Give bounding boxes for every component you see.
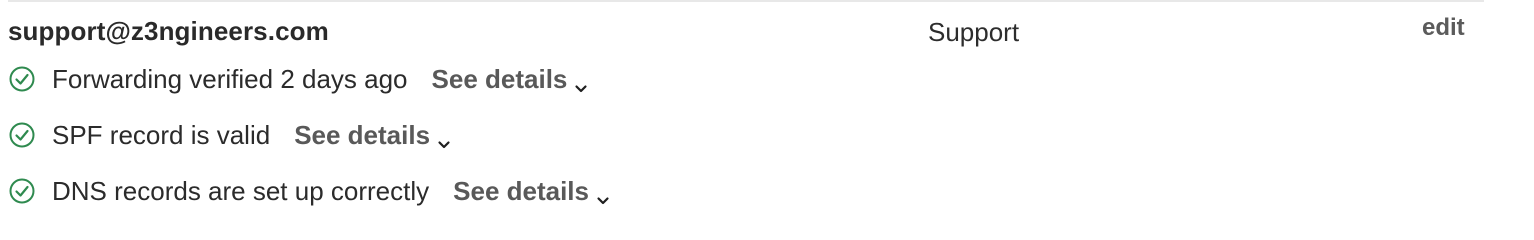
check-status-text: Forwarding verified 2 days ago — [52, 63, 408, 94]
see-details-label: See details — [431, 63, 568, 94]
mailbox-row: support@z3ngineers.com Support edit Forw… — [0, 0, 1534, 230]
see-details-button[interactable]: See details — [453, 176, 611, 207]
check-item-spf: SPF record is valid See details — [8, 117, 452, 153]
chevron-down-icon — [595, 185, 611, 205]
chevron-down-icon — [436, 129, 452, 149]
mailbox-display-name: Support — [928, 17, 1020, 47]
check-circle-icon — [8, 121, 36, 149]
see-details-label: See details — [294, 119, 431, 150]
mailbox-email: support@z3ngineers.com — [8, 16, 329, 46]
chevron-down-icon — [573, 73, 589, 93]
check-circle-icon — [8, 65, 36, 93]
see-details-label: See details — [453, 175, 589, 206]
see-details-button[interactable]: See details — [432, 64, 590, 95]
check-status-text: SPF record is valid — [52, 119, 271, 150]
see-details-button[interactable]: See details — [294, 120, 452, 151]
check-item-forwarding: Forwarding verified 2 days ago See detai… — [8, 61, 589, 97]
check-circle-icon — [8, 177, 36, 205]
row-divider — [8, 0, 1484, 2]
edit-button[interactable]: edit — [1422, 14, 1465, 42]
check-status-text: DNS records are set up correctly — [52, 175, 430, 206]
check-item-dns: DNS records are set up correctly See det… — [8, 173, 611, 209]
